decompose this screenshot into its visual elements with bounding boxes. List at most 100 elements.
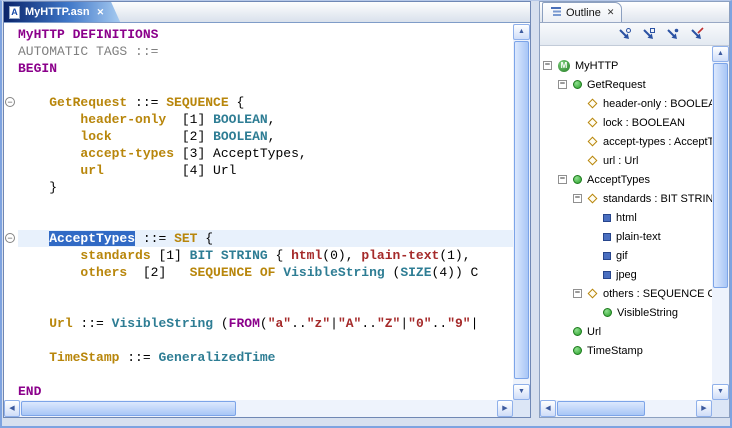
outline-item-jpeg[interactable]: jpeg: [540, 265, 712, 284]
outline-item-accept-types-accepttypes[interactable]: accept-types : AcceptTypes: [540, 132, 712, 151]
scroll-down-icon[interactable]: ▼: [712, 384, 729, 400]
outline-item-gif[interactable]: gif: [540, 246, 712, 265]
tree-collapse-icon[interactable]: −: [573, 194, 582, 203]
code-line-2[interactable]: AUTOMATIC TAGS ::=: [18, 43, 513, 60]
outline-tree[interactable]: −MMyHTTP−GetRequestheader-only : BOOLEAN…: [540, 46, 712, 400]
code-line-12[interactable]: [18, 213, 513, 230]
tree-expander-spacer: [573, 137, 586, 146]
code-token: {: [268, 248, 291, 263]
code-token: }: [18, 180, 57, 195]
tree-collapse-icon[interactable]: −: [558, 80, 567, 89]
scroll-up-icon[interactable]: ▲: [513, 24, 530, 40]
code-token: BEGIN: [18, 61, 57, 76]
code-line-10[interactable]: }: [18, 179, 513, 196]
code-line-8[interactable]: accept-types [3] AcceptTypes,: [18, 145, 513, 162]
code-token: standards: [80, 248, 150, 263]
code-line-4[interactable]: [18, 77, 513, 94]
outline-hscroll-thumb[interactable]: [557, 401, 645, 416]
enum-icon: [603, 214, 611, 222]
outline-toolbar-button-3[interactable]: [663, 25, 681, 43]
outline-horizontal-scrollbar[interactable]: ◀ ▶: [540, 400, 712, 417]
code-token: {: [197, 231, 213, 246]
editor-vertical-scrollbar[interactable]: ▲ ▼: [513, 24, 530, 400]
code-line-6[interactable]: header-only [1] BOOLEAN,: [18, 111, 513, 128]
code-line-3[interactable]: BEGIN: [18, 60, 513, 77]
outline-item-standards-bit-string[interactable]: −standards : BIT STRING: [540, 189, 712, 208]
code-line-22[interactable]: END: [18, 383, 513, 400]
outline-item-url[interactable]: Url: [540, 322, 712, 341]
outline-item-accepttypes[interactable]: −AcceptTypes: [540, 170, 712, 189]
workbench-background: A MyHTTP.asn ✕ −− MyHTTP DEFINITIONSAUTO…: [0, 0, 732, 428]
outline-item-plain-text[interactable]: plain-text: [540, 227, 712, 246]
code-token: VisibleString: [283, 265, 384, 280]
outline-item-getrequest[interactable]: −GetRequest: [540, 75, 712, 94]
outline-item-timestamp[interactable]: TimeStamp: [540, 341, 712, 360]
outline-vscroll-thumb[interactable]: [713, 63, 728, 288]
close-icon[interactable]: ✕: [97, 7, 105, 18]
selected-text: AcceptTypes: [49, 231, 135, 246]
outline-item-visiblestring[interactable]: VisibleString: [540, 303, 712, 322]
code-line-21[interactable]: [18, 366, 513, 383]
code-token: [18, 248, 80, 263]
code-token: [18, 112, 80, 127]
field-icon: [588, 99, 598, 109]
tree-collapse-icon[interactable]: −: [573, 289, 582, 298]
code-token: [2]: [127, 265, 189, 280]
fold-margin[interactable]: −−: [4, 24, 16, 400]
fold-collapse-icon[interactable]: −: [5, 97, 15, 107]
tree-collapse-icon[interactable]: −: [558, 175, 567, 184]
code-line-5[interactable]: GetRequest ::= SEQUENCE {: [18, 94, 513, 111]
scroll-left-icon[interactable]: ◀: [4, 400, 20, 417]
code-line-1[interactable]: MyHTTP DEFINITIONS: [18, 26, 513, 43]
outline-item-header-only-boolean[interactable]: header-only : BOOLEAN: [540, 94, 712, 113]
editor-horizontal-scrollbar[interactable]: ◀ ▶: [4, 400, 513, 417]
outline-vertical-scrollbar[interactable]: ▲ ▼: [712, 46, 729, 400]
scroll-up-icon[interactable]: ▲: [712, 46, 729, 62]
editor-hscroll-thumb[interactable]: [21, 401, 236, 416]
code-line-7[interactable]: lock [2] BOOLEAN,: [18, 128, 513, 145]
code-line-13[interactable]: AcceptTypes ::= SET {: [18, 230, 513, 247]
code-line-20[interactable]: TimeStamp ::= GeneralizedTime: [18, 349, 513, 366]
outline-toolbar-button-1[interactable]: [615, 25, 633, 43]
code-line-18[interactable]: Url ::= VisibleString (FROM("a".."z"|"A"…: [18, 315, 513, 332]
outline-item-others-sequence-of[interactable]: − others : SEQUENCE OF: [540, 284, 712, 303]
outline-tab[interactable]: Outline ✕: [542, 2, 622, 22]
code-token: (0),: [322, 248, 361, 263]
code-token: ..: [361, 316, 377, 331]
code-line-16[interactable]: [18, 281, 513, 298]
code-token: [1]: [151, 248, 190, 263]
tree-expander-spacer: [573, 99, 586, 108]
scroll-right-icon[interactable]: ▶: [497, 400, 513, 417]
scrollbar-corner: [513, 400, 530, 417]
fold-collapse-icon[interactable]: −: [5, 233, 15, 243]
sort-arrow-icon: [617, 27, 632, 42]
scroll-right-icon[interactable]: ▶: [696, 400, 712, 417]
scroll-down-icon[interactable]: ▼: [513, 384, 530, 400]
outline-toolbar-button-4[interactable]: [687, 25, 705, 43]
outline-item-lock-boolean[interactable]: lock : BOOLEAN: [540, 113, 712, 132]
code-line-14[interactable]: standards [1] BIT STRING { html(0), plai…: [18, 247, 513, 264]
outline-item-label: plain-text: [616, 231, 661, 243]
tree-collapse-icon[interactable]: −: [543, 61, 552, 70]
close-icon[interactable]: ✕: [607, 7, 615, 18]
code-line-9[interactable]: url [4] Url: [18, 162, 513, 179]
outline-item-label: html: [616, 212, 637, 224]
code-line-11[interactable]: [18, 196, 513, 213]
code-line-17[interactable]: [18, 298, 513, 315]
code-area[interactable]: MyHTTP DEFINITIONSAUTOMATIC TAGS ::=BEGI…: [16, 24, 513, 400]
outline-item-label: others : SEQUENCE OF: [603, 288, 712, 300]
sort-arrow-red-icon: [689, 27, 704, 42]
outline-toolbar-button-2[interactable]: [639, 25, 657, 43]
outline-item-url-url[interactable]: url : Url: [540, 151, 712, 170]
editor-vscroll-thumb[interactable]: [514, 41, 529, 379]
code-token: [1]: [166, 112, 213, 127]
scroll-left-icon[interactable]: ◀: [540, 400, 556, 417]
outline-item-myhttp[interactable]: −MMyHTTP: [540, 56, 712, 75]
editor-tab-myhttp-asn[interactable]: A MyHTTP.asn ✕: [4, 2, 120, 22]
code-line-15[interactable]: others [2] SEQUENCE OF VisibleString (SI…: [18, 264, 513, 281]
code-token: ,: [268, 112, 276, 127]
outline-item-html[interactable]: html: [540, 208, 712, 227]
field-icon: [588, 118, 598, 128]
code-line-19[interactable]: [18, 332, 513, 349]
code-token: "Z": [377, 316, 400, 331]
